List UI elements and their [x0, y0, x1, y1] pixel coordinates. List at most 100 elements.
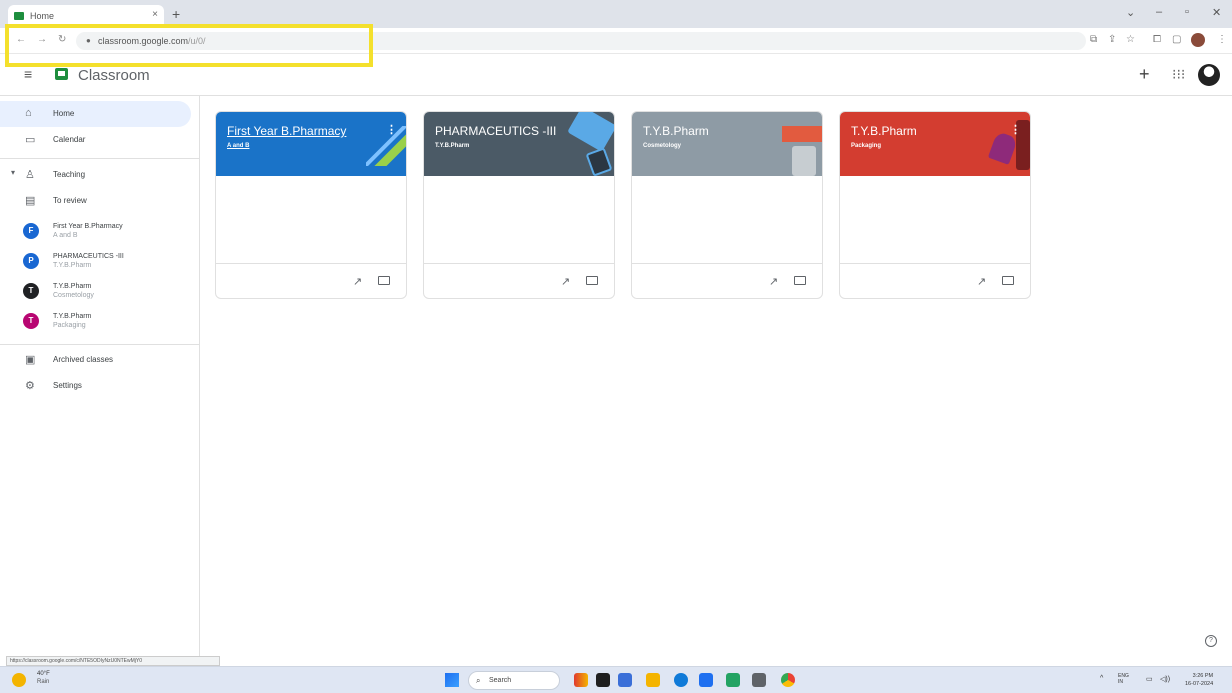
divider	[0, 344, 200, 345]
close-window-icon[interactable]: ✕	[1212, 6, 1221, 19]
class-card-banner[interactable]: First Year B.Pharmacy A and B ⋮	[216, 112, 406, 176]
banner-bottle-icon	[792, 146, 816, 176]
google-apps-icon[interactable]: ⁝⁝⁝	[1172, 66, 1185, 83]
folder-icon[interactable]	[586, 276, 598, 285]
share-icon[interactable]: ⇪	[1108, 34, 1116, 45]
settings-icon: ⚙	[25, 380, 35, 392]
weather-description: Rain	[37, 679, 50, 685]
tab-search-icon[interactable]: ⌄	[1126, 6, 1135, 19]
class-card-banner[interactable]: PHARMACEUTICS -III T.Y.B.Pharm	[424, 112, 614, 177]
class-card-title[interactable]: First Year B.Pharmacy	[227, 124, 346, 138]
tray-overflow-icon[interactable]: ^	[1100, 675, 1103, 682]
store-app-icon[interactable]	[699, 673, 713, 687]
sidebar: ⌂ Home ▭ Calendar ▾ ♙ Teaching ▤ To revi…	[0, 96, 200, 656]
class-section: A and B	[53, 232, 78, 239]
app-icon[interactable]	[726, 673, 740, 687]
task-view-icon[interactable]	[596, 673, 610, 687]
sidebar-item-home[interactable]: ⌂ Home	[0, 101, 191, 127]
app-title[interactable]: Classroom	[78, 67, 150, 84]
chevron-down-icon[interactable]: ▾	[11, 168, 15, 177]
restore-icon[interactable]: ▫	[1185, 6, 1189, 18]
gradebook-trend-icon[interactable]: ↗	[353, 275, 362, 288]
language-indicator[interactable]: ENG IN	[1118, 673, 1129, 685]
gradebook-trend-icon[interactable]: ↗	[977, 275, 986, 288]
classroom-favicon-icon	[14, 12, 24, 20]
copilot-app-icon[interactable]	[574, 673, 588, 687]
edge-browser-icon[interactable]	[674, 673, 688, 687]
folder-icon[interactable]	[378, 276, 390, 285]
sidebar-item-to-review[interactable]: ▤ To review	[0, 188, 191, 214]
home-icon: ⌂	[25, 107, 32, 119]
class-card[interactable]: T.Y.B.Pharm Packaging ⋮ ↗	[839, 111, 1031, 299]
browser-menu-icon[interactable]: ⋮	[1217, 34, 1227, 45]
link-status-url: https://classroom.google.com/c/NTE5ODIyN…	[6, 656, 220, 666]
file-explorer-icon[interactable]	[646, 673, 660, 687]
new-tab-button[interactable]: +	[172, 6, 180, 22]
weather-icon[interactable]	[12, 673, 26, 687]
class-card-banner[interactable]: T.Y.B.Pharm Packaging ⋮	[840, 112, 1030, 176]
close-tab-icon[interactable]: ×	[152, 9, 158, 20]
class-avatar: T	[23, 283, 39, 299]
help-icon[interactable]: ?	[1205, 635, 1217, 647]
chrome-browser-icon[interactable]	[781, 673, 795, 687]
divider	[216, 263, 406, 264]
minimize-icon[interactable]: –	[1156, 6, 1162, 18]
profile-icon[interactable]	[1191, 33, 1205, 47]
class-card[interactable]: T.Y.B.Pharm Cosmetology ↗	[631, 111, 823, 299]
teaching-icon: ♙	[25, 169, 35, 181]
sidebar-class-first-year[interactable]: F First Year B.Pharmacy A and B	[0, 217, 191, 247]
class-card-section: Packaging	[851, 143, 882, 149]
classroom-logo-icon[interactable]	[55, 68, 68, 80]
gradebook-trend-icon[interactable]: ↗	[769, 275, 778, 288]
sidebar-item-label: Calendar	[53, 135, 86, 144]
sidebar-class-tybpharm-cosmetology[interactable]: T T.Y.B.Pharm Cosmetology	[0, 277, 191, 307]
sidebar-item-teaching[interactable]: ▾ ♙ Teaching	[0, 162, 191, 188]
folder-icon[interactable]	[1002, 276, 1014, 285]
more-options-icon[interactable]: ⋮	[1010, 123, 1021, 136]
divider	[0, 158, 200, 159]
class-card-title[interactable]: T.Y.B.Pharm	[851, 124, 917, 138]
search-label: Search	[489, 677, 512, 684]
sidebar-class-pharmaceutics[interactable]: P PHARMACEUTICS -III T.Y.B.Pharm	[0, 247, 191, 277]
install-icon[interactable]: ⧉	[1090, 34, 1097, 45]
more-options-icon[interactable]: ⋮	[386, 123, 397, 136]
taskbar-search[interactable]: ⌕ Search	[468, 671, 560, 690]
sidebar-item-label: Settings	[53, 381, 82, 390]
sidebar-item-settings[interactable]: ⚙ Settings	[0, 373, 191, 399]
sidebar-item-calendar[interactable]: ▭ Calendar	[0, 127, 191, 153]
volume-icon[interactable]: ◁))	[1160, 675, 1170, 683]
network-icon[interactable]: ▭	[1146, 675, 1153, 683]
chat-app-icon[interactable]	[618, 673, 632, 687]
sidepanel-icon[interactable]: ▢	[1172, 34, 1181, 45]
app-icon[interactable]	[752, 673, 766, 687]
app-header: ≡ Classroom + ⁝⁝⁝	[0, 54, 1232, 96]
class-card-title[interactable]: PHARMACEUTICS -III	[435, 124, 556, 138]
class-section: Packaging	[53, 322, 86, 329]
clock-time: 3:26 PM	[1192, 673, 1214, 679]
sidebar-class-tybpharm-packaging[interactable]: T T.Y.B.Pharm Packaging	[0, 307, 191, 337]
tab-title: Home	[30, 11, 55, 21]
class-card[interactable]: PHARMACEUTICS -III T.Y.B.Pharm ↗	[423, 111, 615, 299]
class-card[interactable]: First Year B.Pharmacy A and B ⋮ ↗	[215, 111, 407, 299]
class-card-title[interactable]: T.Y.B.Pharm	[643, 124, 709, 138]
create-or-join-class-icon[interactable]: +	[1139, 64, 1150, 85]
bookmark-icon[interactable]: ☆	[1126, 34, 1135, 45]
class-card-banner[interactable]: T.Y.B.Pharm Cosmetology	[632, 112, 822, 176]
sidebar-item-archived[interactable]: ▣ Archived classes	[0, 347, 191, 373]
folder-icon[interactable]	[794, 276, 806, 285]
class-name: T.Y.B.Pharm	[53, 313, 92, 320]
calendar-icon: ▭	[25, 134, 36, 146]
windows-start-icon[interactable]	[445, 673, 459, 687]
gradebook-trend-icon[interactable]: ↗	[561, 275, 570, 288]
main-menu-icon[interactable]: ≡	[24, 66, 32, 82]
windows-taskbar: 40°F Rain ⌕ Search ^ ENG IN ▭ ◁)) 3:26 P…	[0, 666, 1232, 693]
system-clock[interactable]: 3:26 PM 16-07-2024	[1185, 672, 1213, 688]
extensions-icon[interactable]: ⧠	[1153, 34, 1161, 45]
search-icon: ⌕	[476, 676, 481, 685]
avatar[interactable]	[1198, 64, 1220, 86]
class-section: T.Y.B.Pharm	[53, 262, 92, 269]
divider	[632, 263, 822, 264]
sidebar-item-label: To review	[53, 196, 87, 205]
class-avatar: T	[23, 313, 39, 329]
weather-temperature: 40°F	[37, 671, 50, 677]
